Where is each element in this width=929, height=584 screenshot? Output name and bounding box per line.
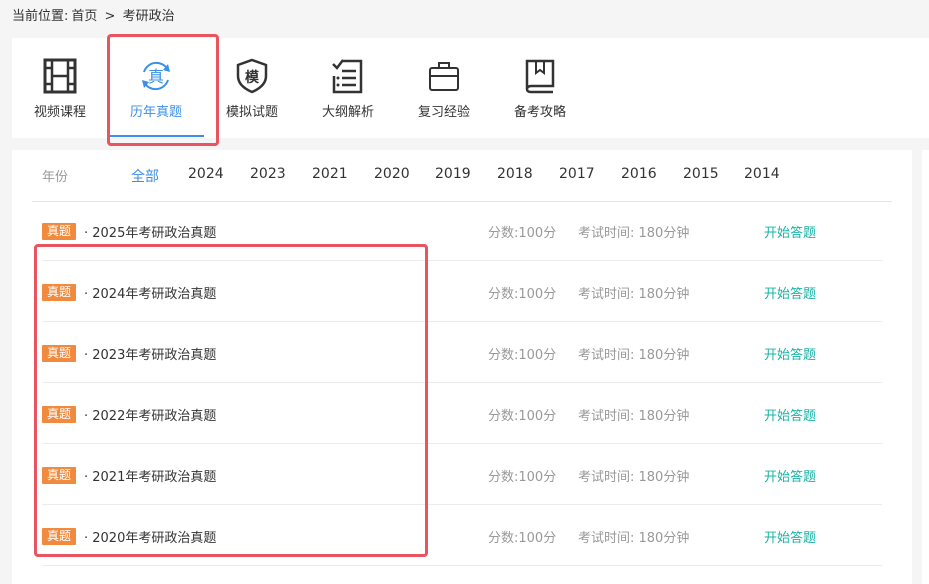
category-tabs: 视频课程 真 历年真题 模 模拟试题 大纲解析 复习经验 备考攻略 — [12, 38, 929, 138]
tab-video-courses[interactable]: 视频课程 — [12, 38, 108, 138]
exam-row: 真题 · 2022年考研政治真题 分数:100分 考试时间: 180分钟 开始答… — [42, 383, 882, 444]
breadcrumb-home[interactable]: 首页 — [71, 9, 97, 24]
year-option[interactable]: 2023 — [250, 166, 286, 182]
zhen-cycle-icon: 真 — [142, 61, 170, 91]
checklist-icon — [332, 59, 363, 94]
exam-row: 真题 · 2025年考研政治真题 分数:100分 考试时间: 180分钟 开始答… — [42, 222, 882, 261]
tab-label: 大纲解析 — [321, 105, 374, 120]
breadcrumb-current[interactable]: 考研政治 — [123, 9, 175, 24]
exam-score: 分数:100分 — [488, 348, 557, 363]
exam-row: 真题 · 2023年考研政治真题 分数:100分 考试时间: 180分钟 开始答… — [42, 322, 882, 383]
year-option[interactable]: 2021 — [312, 166, 348, 182]
exam-duration: 考试时间: 180分钟 — [578, 348, 690, 363]
mo-shield-icon: 模 — [236, 58, 268, 94]
breadcrumb: 当前位置: 首页 > 考研政治 — [12, 5, 178, 24]
tab-exam-strategy[interactable]: 备考攻略 — [492, 38, 588, 138]
exam-badge: 真题 — [42, 528, 76, 545]
year-option[interactable]: 2016 — [621, 166, 657, 182]
start-exam-button[interactable]: 开始答题 — [764, 283, 816, 302]
year-option[interactable]: 2020 — [374, 166, 410, 182]
year-filter: 年份 全部 2024 2023 2021 2020 2019 2018 2017… — [12, 164, 912, 186]
breadcrumb-separator: > — [104, 9, 116, 24]
exam-duration: 考试时间: 180分钟 — [578, 531, 690, 546]
year-option[interactable]: 2018 — [497, 166, 533, 182]
tab-past-exams[interactable]: 真 历年真题 — [108, 38, 204, 138]
exam-score: 分数:100分 — [488, 531, 557, 546]
exam-score: 分数:100分 — [488, 287, 557, 302]
exam-list: 真题 · 2025年考研政治真题 分数:100分 考试时间: 180分钟 开始答… — [42, 222, 882, 566]
exam-badge: 真题 — [42, 467, 76, 484]
exam-duration: 考试时间: 180分钟 — [578, 287, 690, 302]
start-exam-button[interactable]: 开始答题 — [764, 466, 816, 485]
exam-score: 分数:100分 — [488, 470, 557, 485]
year-option[interactable]: 2024 — [188, 166, 224, 182]
start-exam-button[interactable]: 开始答题 — [764, 222, 816, 241]
tab-icon-char: 真 — [148, 67, 164, 86]
tab-syllabus[interactable]: 大纲解析 — [300, 38, 396, 138]
tab-label: 模拟试题 — [225, 105, 278, 120]
year-option-all[interactable]: 全部 — [131, 166, 159, 186]
year-option[interactable]: 2014 — [744, 166, 780, 182]
tab-label: 备考攻略 — [513, 105, 566, 120]
exam-duration: 考试时间: 180分钟 — [578, 409, 690, 424]
divider — [32, 201, 892, 202]
exam-duration: 考试时间: 180分钟 — [578, 226, 690, 241]
exam-title[interactable]: · 2021年考研政治真题 — [84, 466, 216, 485]
film-icon — [43, 58, 77, 94]
briefcase-icon — [429, 62, 459, 91]
exam-badge: 真题 — [42, 406, 76, 423]
breadcrumb-prefix: 当前位置: — [12, 9, 69, 24]
exam-badge: 真题 — [42, 223, 76, 240]
exam-title[interactable]: · 2024年考研政治真题 — [84, 283, 216, 302]
exam-title[interactable]: · 2025年考研政治真题 — [84, 222, 216, 241]
exam-title[interactable]: · 2023年考研政治真题 — [84, 344, 216, 363]
exam-score: 分数:100分 — [488, 226, 557, 241]
exam-badge: 真题 — [42, 284, 76, 301]
year-option[interactable]: 2017 — [559, 166, 595, 182]
start-exam-button[interactable]: 开始答题 — [764, 405, 816, 424]
right-panel-edge — [922, 150, 929, 584]
year-option[interactable]: 2015 — [683, 166, 719, 182]
exam-score: 分数:100分 — [488, 409, 557, 424]
exam-title[interactable]: · 2022年考研政治真题 — [84, 405, 216, 424]
exam-duration: 考试时间: 180分钟 — [578, 470, 690, 485]
year-option[interactable]: 2019 — [435, 166, 471, 182]
tab-label: 历年真题 — [129, 105, 182, 120]
active-tab-indicator — [108, 135, 204, 137]
year-filter-label: 年份 — [42, 170, 69, 185]
exam-list-panel: 年份 全部 2024 2023 2021 2020 2019 2018 2017… — [12, 150, 912, 584]
tab-mock-exams[interactable]: 模 模拟试题 — [204, 38, 300, 138]
start-exam-button[interactable]: 开始答题 — [764, 527, 816, 546]
tab-review-experience[interactable]: 复习经验 — [396, 38, 492, 138]
exam-badge: 真题 — [42, 345, 76, 362]
start-exam-button[interactable]: 开始答题 — [764, 344, 816, 363]
tab-label: 视频课程 — [33, 105, 86, 120]
exam-row: 真题 · 2020年考研政治真题 分数:100分 考试时间: 180分钟 开始答… — [42, 505, 882, 566]
tab-label: 复习经验 — [417, 105, 470, 120]
exam-row: 真题 · 2021年考研政治真题 分数:100分 考试时间: 180分钟 开始答… — [42, 444, 882, 505]
exam-title[interactable]: · 2020年考研政治真题 — [84, 527, 216, 546]
book-icon — [525, 59, 555, 94]
exam-row: 真题 · 2024年考研政治真题 分数:100分 考试时间: 180分钟 开始答… — [42, 261, 882, 322]
tab-icon-char: 模 — [245, 69, 260, 86]
